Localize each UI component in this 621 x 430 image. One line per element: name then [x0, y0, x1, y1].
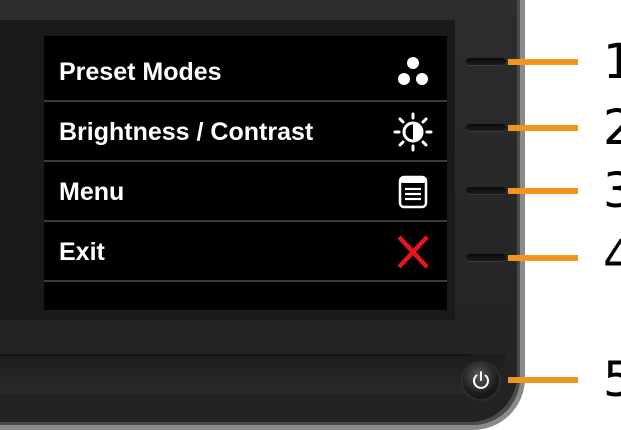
- preset-modes-icon: [398, 57, 428, 85]
- brightness-contrast-icon: [393, 112, 433, 152]
- callout-line-1: [508, 59, 578, 65]
- osd-item-menu[interactable]: Menu: [44, 162, 447, 222]
- callout-number-4: 4: [603, 230, 621, 286]
- monitor-chin: [0, 354, 505, 394]
- exit-x-icon: [397, 235, 429, 269]
- power-icon: [473, 371, 489, 389]
- callout-number-5: 5: [603, 352, 621, 408]
- osd-item-exit[interactable]: Exit: [44, 222, 447, 282]
- chin-divider: [0, 354, 470, 356]
- monitor-figure: Preset Modes Brightness / Contrast Menu …: [0, 0, 621, 430]
- power-button[interactable]: [463, 363, 499, 399]
- callout-line-5: [508, 377, 578, 383]
- callout-number-2: 2: [603, 100, 621, 156]
- monitor-button-2[interactable]: [466, 124, 506, 132]
- osd-item-label: Brightness / Contrast: [59, 118, 314, 146]
- menu-icon: [398, 175, 428, 209]
- monitor-button-3[interactable]: [466, 187, 506, 195]
- osd-item-label: Exit: [59, 238, 105, 266]
- osd-item-label: Preset Modes: [59, 58, 222, 86]
- monitor-button-1[interactable]: [466, 58, 506, 66]
- callout-number-3: 3: [603, 163, 621, 219]
- osd-item-label: Menu: [59, 178, 125, 206]
- callout-line-3: [508, 188, 578, 194]
- osd-item-brightness-contrast[interactable]: Brightness / Contrast: [44, 102, 447, 162]
- monitor-button-4[interactable]: [466, 254, 506, 262]
- callout-number-1: 1: [603, 34, 621, 90]
- osd-screen: Preset Modes Brightness / Contrast Menu …: [44, 36, 447, 310]
- callout-line-4: [508, 255, 578, 261]
- osd-item-preset-modes[interactable]: Preset Modes: [44, 42, 447, 102]
- callout-line-2: [508, 125, 578, 131]
